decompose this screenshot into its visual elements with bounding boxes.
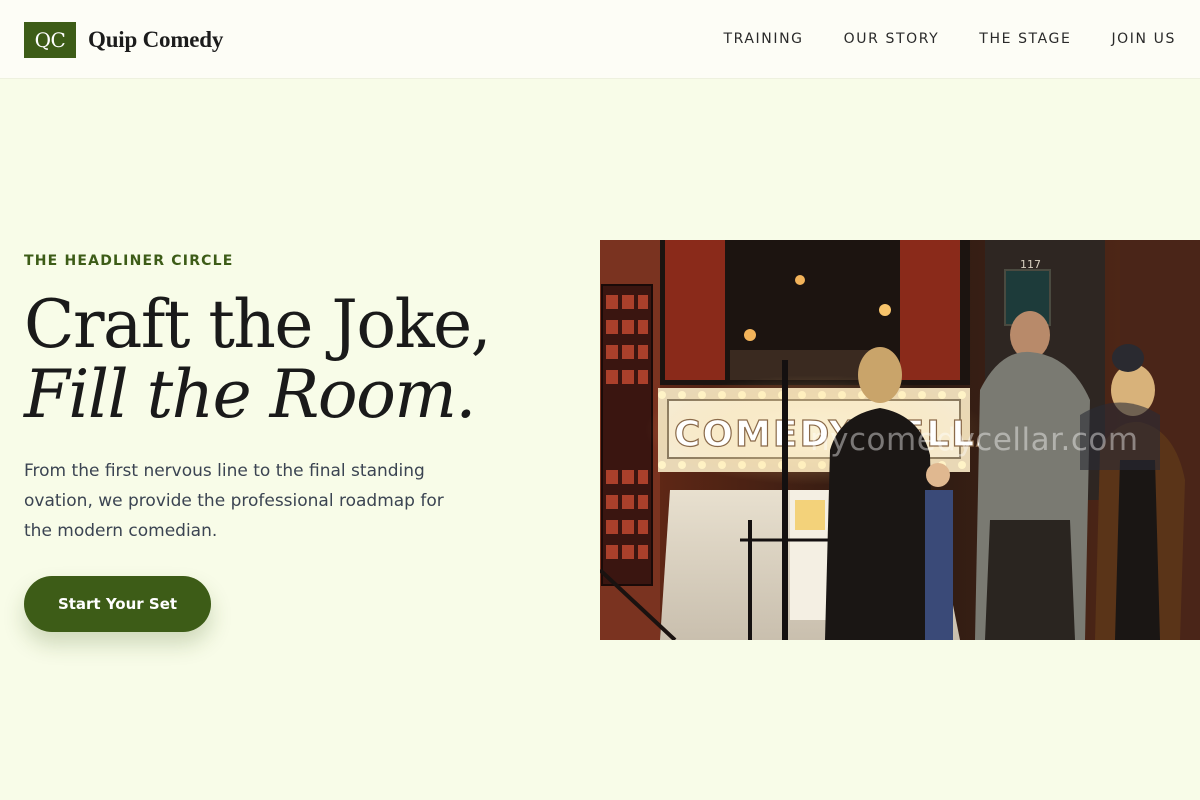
hero-headline: Craft the Joke, Fill the Room. [24, 290, 544, 430]
nav-link-join-us[interactable]: JOIN US [1111, 30, 1176, 48]
start-your-set-button[interactable]: Start Your Set [24, 576, 211, 632]
hero-text: THE HEADLINER CIRCLE Craft the Joke, Fil… [24, 252, 544, 546]
site-header: QC Quip Comedy TRAINING OUR STORY THE ST… [0, 0, 1200, 79]
nav-link-training[interactable]: TRAINING [723, 30, 803, 48]
brand-home-link[interactable]: QC Quip Comedy [24, 22, 223, 58]
brand-name: Quip Comedy [88, 27, 224, 52]
brand-logo: QC [24, 22, 76, 58]
photo-watermark: nycomedycellar.com [810, 422, 1139, 458]
hero-photo: 117 COMEDY CELLAR nycomedycellar.com [600, 240, 1200, 640]
nav-link-the-stage[interactable]: THE STAGE [979, 30, 1071, 48]
headline-line-1: Craft the Joke, [24, 286, 492, 363]
hero-lead-text: From the first nervous line to the final… [24, 461, 444, 541]
main-nav: TRAINING OUR STORY THE STAGE JOIN US [723, 30, 1176, 48]
door-number: 117 [1020, 258, 1041, 271]
nav-link-our-story[interactable]: OUR STORY [844, 30, 940, 48]
hero-eyebrow: THE HEADLINER CIRCLE [24, 253, 234, 269]
headline-line-2: Fill the Room. [24, 356, 476, 433]
